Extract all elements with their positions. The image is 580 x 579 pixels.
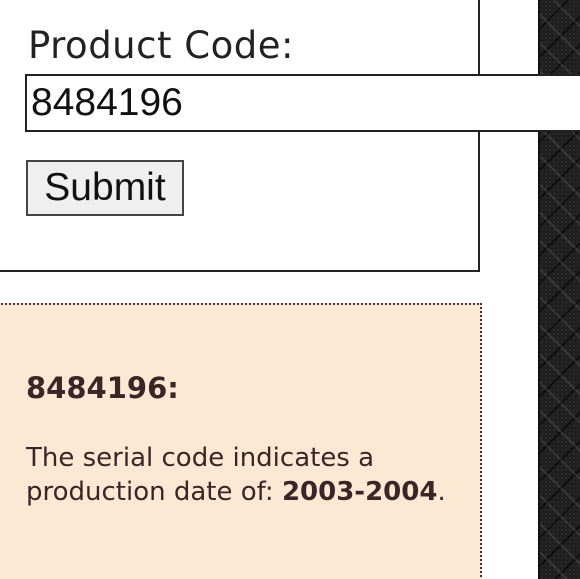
result-title: 8484196: (26, 371, 179, 405)
result-panel: 8484196: The serial code indicates a pro… (0, 303, 482, 579)
product-code-form: Product Code: Submit (0, 0, 580, 272)
submit-button[interactable]: Submit (26, 160, 184, 216)
product-code-input[interactable] (25, 74, 580, 132)
production-date-range: 2003-2004 (281, 477, 438, 507)
product-code-label: Product Code: (28, 24, 294, 67)
result-description: The serial code indicates a production d… (26, 441, 446, 509)
result-text-suffix: . (437, 477, 446, 507)
